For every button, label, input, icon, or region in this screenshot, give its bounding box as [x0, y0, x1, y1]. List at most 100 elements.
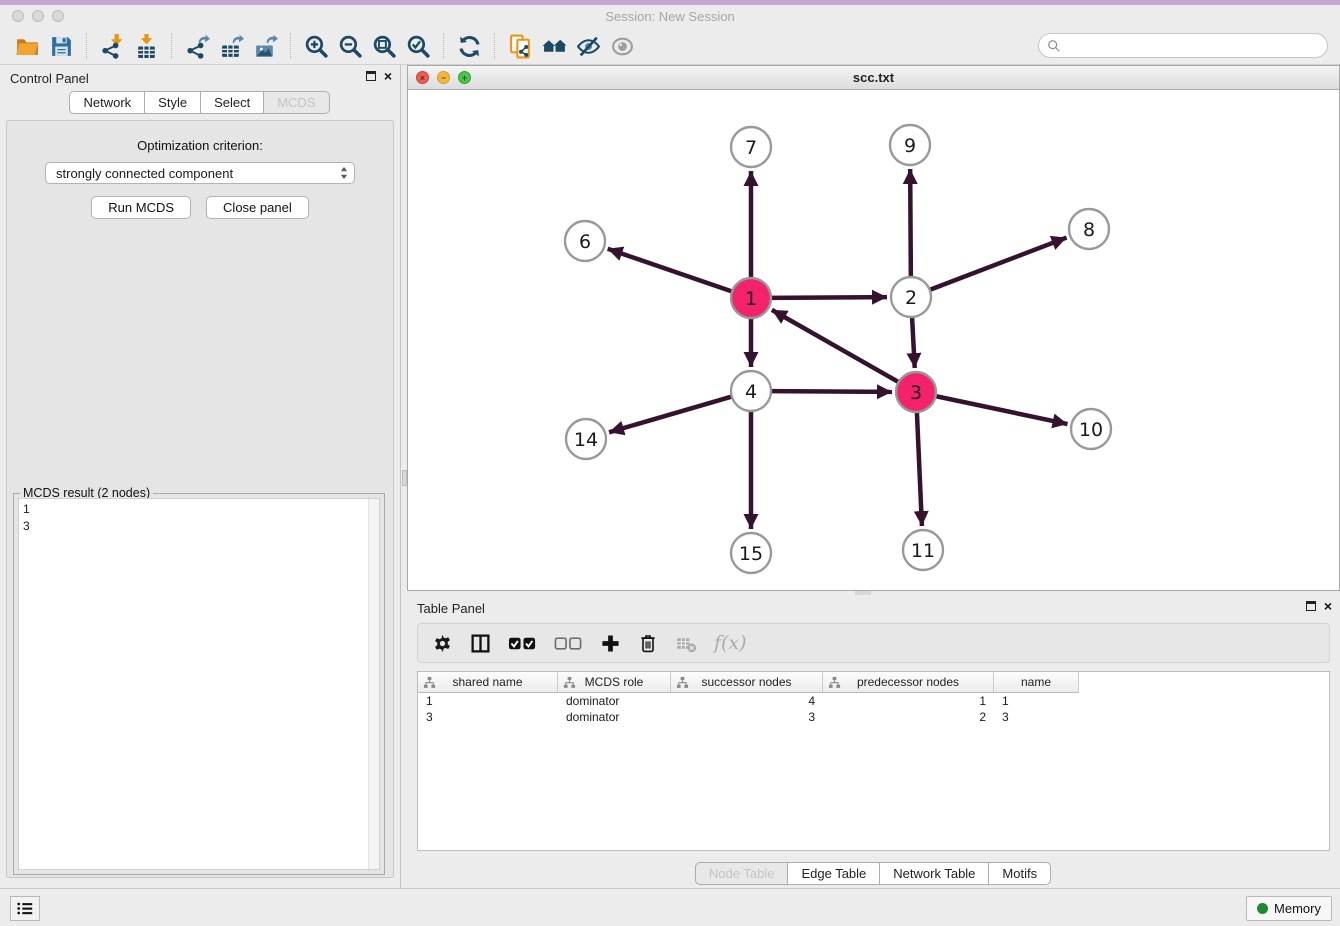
- search-icon: [1047, 39, 1061, 53]
- table-cell[interactable]: 4: [671, 693, 823, 709]
- close-panel-button[interactable]: Close panel: [206, 196, 309, 219]
- zoom-selected-icon[interactable]: [401, 31, 435, 61]
- export-network-icon[interactable]: [180, 31, 214, 61]
- panel-list-button[interactable]: [10, 896, 40, 921]
- column-header-predecessor-nodes[interactable]: predecessor nodes: [823, 672, 994, 693]
- column-label: name: [1021, 675, 1051, 689]
- toolbar-separator: [171, 33, 172, 59]
- close-panel-icon[interactable]: ×: [384, 70, 392, 82]
- table-row[interactable]: 1dominator411: [418, 693, 1329, 709]
- tab-mcds[interactable]: MCDS: [263, 91, 329, 114]
- table-settings-icon[interactable]: [432, 633, 453, 654]
- tab-motifs[interactable]: Motifs: [988, 862, 1051, 885]
- float-panel-icon[interactable]: [366, 71, 376, 81]
- control-panel: Control Panel × NetworkStyleSelectMCDS O…: [0, 65, 400, 888]
- column-label: MCDS role: [585, 675, 644, 689]
- network-canvas[interactable]: 7968124314101511: [408, 90, 1339, 590]
- column-label: successor nodes: [701, 675, 791, 689]
- float-panel-icon[interactable]: [1306, 601, 1316, 611]
- table-tabs: Node TableEdge TableNetwork TableMotifs: [407, 862, 1340, 885]
- graph-edge-4-3[interactable]: [771, 391, 892, 392]
- table-cell[interactable]: 2: [823, 709, 994, 725]
- result-scrollbar[interactable]: [368, 499, 379, 869]
- node-table[interactable]: shared name MCDS role successor nodes prede…: [417, 671, 1330, 851]
- hide-selected-icon[interactable]: [571, 31, 605, 61]
- delete-row-icon[interactable]: [638, 633, 658, 654]
- table-cell[interactable]: 3: [671, 709, 823, 725]
- add-row-icon[interactable]: [600, 633, 621, 654]
- graph-node-label-15: 15: [739, 543, 763, 565]
- table-row[interactable]: 3dominator323: [418, 709, 1329, 725]
- column-header-successor-nodes[interactable]: successor nodes: [671, 672, 823, 693]
- column-header-shared-name[interactable]: shared name: [418, 672, 558, 693]
- close-panel-icon[interactable]: ×: [1324, 600, 1332, 612]
- column-header-name[interactable]: name: [994, 672, 1079, 693]
- mcds-result-group: MCDS result (2 nodes) 13: [13, 493, 385, 875]
- graph-edge-4-14[interactable]: [609, 397, 732, 433]
- clone-network-icon[interactable]: [503, 31, 537, 61]
- table-cell[interactable]: 3: [418, 709, 558, 725]
- open-session-icon[interactable]: [10, 31, 44, 61]
- export-image-icon[interactable]: [248, 31, 282, 61]
- mcds-result-text[interactable]: 13: [18, 498, 380, 870]
- graph-edge-2-9[interactable]: [910, 169, 911, 277]
- graph-node-label-1: 1: [745, 288, 757, 310]
- graph-edge-3-10[interactable]: [936, 396, 1068, 424]
- tab-network-table[interactable]: Network Table: [879, 862, 989, 885]
- vertical-splitter[interactable]: [400, 65, 407, 888]
- zoom-fit-icon[interactable]: [367, 31, 401, 61]
- first-neighbors-icon[interactable]: [537, 31, 571, 61]
- delete-table-icon: [675, 633, 697, 654]
- graph-edge-2-3[interactable]: [912, 317, 915, 368]
- graph-node-label-10: 10: [1079, 419, 1103, 441]
- column-label: predecessor nodes: [857, 675, 959, 689]
- table-cell[interactable]: 3: [994, 709, 1079, 725]
- tab-select[interactable]: Select: [200, 91, 264, 114]
- table-header-row: shared name MCDS role successor nodes prede…: [418, 672, 1329, 693]
- network-view-titlebar[interactable]: × − + scc.txt: [408, 66, 1339, 90]
- toolbar-separator: [443, 33, 444, 59]
- zoom-out-icon[interactable]: [333, 31, 367, 61]
- select-all-rows-icon[interactable]: [508, 633, 537, 654]
- graph-edge-3-11[interactable]: [917, 412, 922, 526]
- memory-button[interactable]: Memory: [1246, 896, 1332, 921]
- memory-status-icon: [1257, 903, 1268, 914]
- graph-node-label-3: 3: [910, 382, 922, 404]
- import-network-icon[interactable]: [95, 31, 129, 61]
- graph-edge-1-2[interactable]: [771, 297, 887, 298]
- tab-edge-table[interactable]: Edge Table: [787, 862, 880, 885]
- table-panel-title: Table Panel: [417, 601, 485, 616]
- optimization-criterion-label: Optimization criterion:: [7, 138, 393, 153]
- save-session-icon[interactable]: [44, 31, 78, 61]
- window-titlebar: Session: New Session: [0, 5, 1340, 28]
- column-panel-icon[interactable]: [470, 633, 491, 654]
- result-line: 1: [23, 501, 375, 518]
- refresh-network-icon[interactable]: [452, 31, 486, 61]
- search-input[interactable]: [1061, 36, 1327, 56]
- table-cell[interactable]: 1: [994, 693, 1079, 709]
- run-mcds-button[interactable]: Run MCDS: [91, 196, 191, 219]
- graph-edge-2-8[interactable]: [930, 238, 1067, 290]
- table-cell[interactable]: dominator: [558, 693, 671, 709]
- import-table-icon[interactable]: [129, 31, 163, 61]
- criterion-select[interactable]: strongly connected component: [45, 162, 355, 184]
- tab-style[interactable]: Style: [144, 91, 201, 114]
- graph-node-label-9: 9: [904, 135, 916, 157]
- export-table-icon[interactable]: [214, 31, 248, 61]
- table-cell[interactable]: dominator: [558, 709, 671, 725]
- graph-edge-3-1[interactable]: [772, 310, 899, 382]
- zoom-in-icon[interactable]: [299, 31, 333, 61]
- table-cell[interactable]: 1: [823, 693, 994, 709]
- graph-node-label-11: 11: [911, 540, 935, 562]
- column-header-MCDS-role[interactable]: MCDS role: [558, 672, 671, 693]
- list-icon: [16, 901, 34, 916]
- criterion-value: strongly connected component: [56, 166, 340, 181]
- table-toolbar: f(x): [417, 623, 1330, 663]
- graph-edge-1-6[interactable]: [608, 249, 732, 292]
- tab-node-table[interactable]: Node Table: [695, 862, 789, 885]
- tab-network[interactable]: Network: [69, 91, 145, 114]
- column-label: shared name: [452, 675, 522, 689]
- deselect-all-rows-icon[interactable]: [554, 633, 583, 654]
- search-field[interactable]: [1038, 33, 1328, 58]
- table-cell[interactable]: 1: [418, 693, 558, 709]
